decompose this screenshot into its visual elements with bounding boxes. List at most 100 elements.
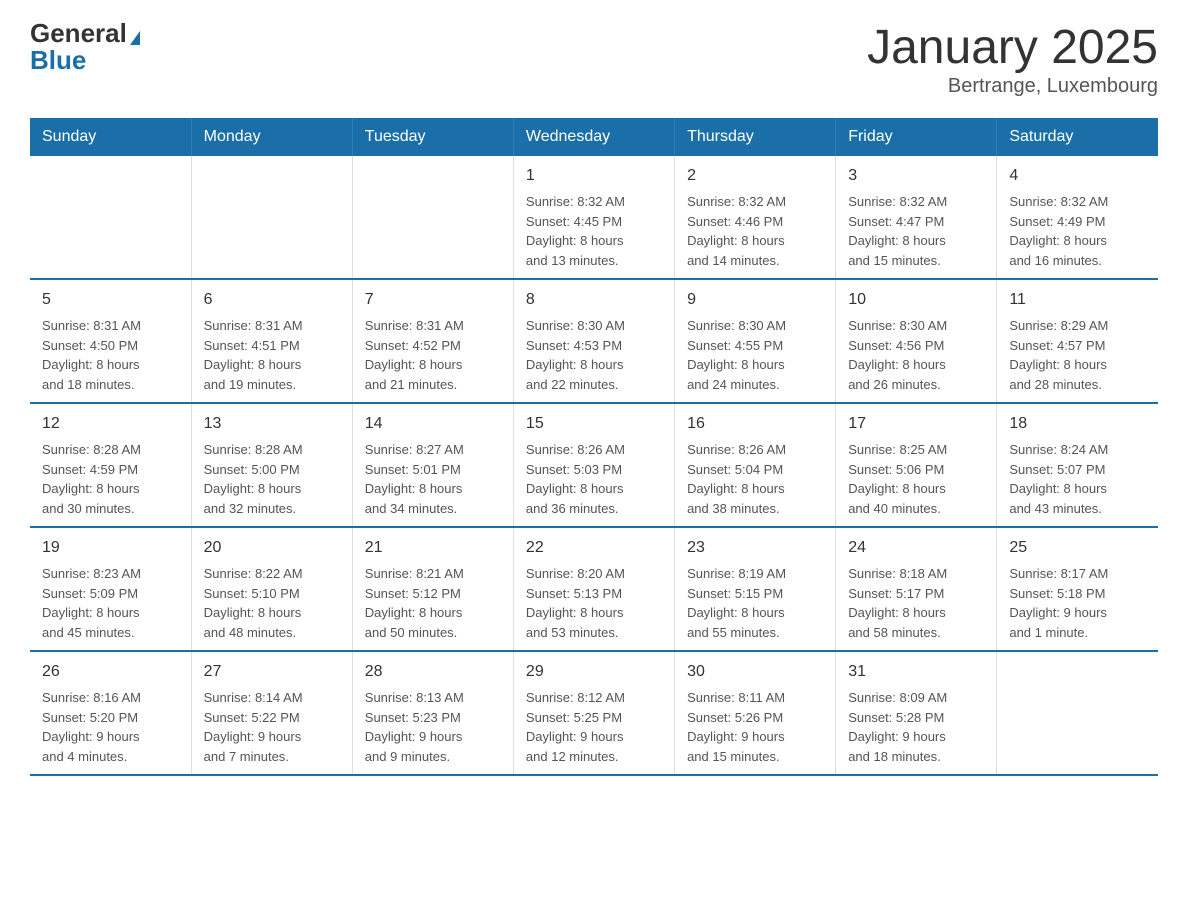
day-number: 28: [365, 660, 501, 684]
day-number: 9: [687, 288, 823, 312]
day-info: Sunrise: 8:17 AM Sunset: 5:18 PM Dayligh…: [1009, 564, 1146, 642]
calendar-cell: 24Sunrise: 8:18 AM Sunset: 5:17 PM Dayli…: [836, 527, 997, 651]
day-number: 4: [1009, 164, 1146, 188]
day-number: 10: [848, 288, 984, 312]
calendar-cell: [191, 156, 352, 279]
calendar-cell: 29 Sunrise: 8:12 AM Sunset: 5:25 PM Dayli…: [513, 651, 674, 775]
day-number: 21: [365, 536, 501, 560]
calendar-day-header: Friday: [836, 118, 997, 156]
calendar-cell: 16Sunrise: 8:26 AM Sunset: 5:04 PM Dayli…: [675, 403, 836, 527]
day-info: Sunrise: 8:22 AM Sunset: 5:10 PM Dayligh…: [204, 564, 340, 642]
day-number: 18: [1009, 412, 1146, 436]
calendar-header: SundayMondayTuesdayWednesdayThursdayFrid…: [30, 118, 1158, 156]
calendar-week-row: 12 Sunrise: 8:28 AM Sunset: 4:59 PM Dayli…: [30, 403, 1158, 527]
calendar-cell: 15Sunrise: 8:26 AM Sunset: 5:03 PM Dayli…: [513, 403, 674, 527]
calendar-header-row: SundayMondayTuesdayWednesdayThursdayFrid…: [30, 118, 1158, 156]
day-number: 31: [848, 660, 984, 684]
calendar-cell: [997, 651, 1158, 775]
calendar-cell: 1Sunrise: 8:32 AM Sunset: 4:45 PM Daylig…: [513, 156, 674, 279]
day-info: Sunrise: 8:29 AM Sunset: 4:57 PM Dayligh…: [1009, 316, 1146, 394]
day-info: Sunrise: 8:31 AM Sunset: 4:50 PM Dayligh…: [42, 316, 179, 394]
calendar-cell: 7Sunrise: 8:31 AM Sunset: 4:52 PM Daylig…: [352, 279, 513, 403]
day-number: 25: [1009, 536, 1146, 560]
day-number: 29: [526, 660, 662, 684]
logo-triangle-icon: [130, 31, 140, 45]
day-number: 12: [42, 412, 179, 436]
calendar-cell: 10 Sunrise: 8:30 AM Sunset: 4:56 PM Dayli…: [836, 279, 997, 403]
day-info: Sunrise: 8:12 AM Sunset: 5:25 PM Dayligh…: [526, 688, 662, 766]
day-number: 11: [1009, 288, 1146, 312]
day-info: Sunrise: 8:30 AM Sunset: 4:55 PM Dayligh…: [687, 316, 823, 394]
day-info: Sunrise: 8:20 AM Sunset: 5:13 PM Dayligh…: [526, 564, 662, 642]
day-info: Sunrise: 8:24 AM Sunset: 5:07 PM Dayligh…: [1009, 440, 1146, 518]
calendar-cell: 21 Sunrise: 8:21 AM Sunset: 5:12 PM Dayli…: [352, 527, 513, 651]
day-number: 15: [526, 412, 662, 436]
day-info: Sunrise: 8:32 AM Sunset: 4:47 PM Dayligh…: [848, 192, 984, 270]
day-info: Sunrise: 8:23 AM Sunset: 5:09 PM Dayligh…: [42, 564, 179, 642]
day-info: Sunrise: 8:31 AM Sunset: 4:52 PM Dayligh…: [365, 316, 501, 394]
day-number: 23: [687, 536, 823, 560]
calendar-week-row: 19 Sunrise: 8:23 AM Sunset: 5:09 PM Dayli…: [30, 527, 1158, 651]
day-number: 6: [204, 288, 340, 312]
logo-general-line: General: [30, 20, 140, 47]
day-number: 26: [42, 660, 179, 684]
calendar-cell: 19 Sunrise: 8:23 AM Sunset: 5:09 PM Dayli…: [30, 527, 191, 651]
day-info: Sunrise: 8:26 AM Sunset: 5:04 PM Dayligh…: [687, 440, 823, 518]
day-number: 27: [204, 660, 340, 684]
calendar-week-row: 26Sunrise: 8:16 AM Sunset: 5:20 PM Dayli…: [30, 651, 1158, 775]
calendar-table: SundayMondayTuesdayWednesdayThursdayFrid…: [30, 118, 1158, 776]
calendar-week-row: 1Sunrise: 8:32 AM Sunset: 4:45 PM Daylig…: [30, 156, 1158, 279]
day-info: Sunrise: 8:18 AM Sunset: 5:17 PM Dayligh…: [848, 564, 984, 642]
calendar-cell: 14Sunrise: 8:27 AM Sunset: 5:01 PM Dayli…: [352, 403, 513, 527]
logo-blue-text: Blue: [30, 45, 86, 75]
day-info: Sunrise: 8:28 AM Sunset: 5:00 PM Dayligh…: [204, 440, 340, 518]
calendar-cell: 26Sunrise: 8:16 AM Sunset: 5:20 PM Dayli…: [30, 651, 191, 775]
page-header: General Blue January 2025 Bertrange, Lux…: [30, 20, 1158, 98]
calendar-day-header: Tuesday: [352, 118, 513, 156]
calendar-cell: 13Sunrise: 8:28 AM Sunset: 5:00 PM Dayli…: [191, 403, 352, 527]
calendar-cell: 20 Sunrise: 8:22 AM Sunset: 5:10 PM Dayli…: [191, 527, 352, 651]
calendar-cell: 8Sunrise: 8:30 AM Sunset: 4:53 PM Daylig…: [513, 279, 674, 403]
day-number: 22: [526, 536, 662, 560]
calendar-cell: 18 Sunrise: 8:24 AM Sunset: 5:07 PM Dayli…: [997, 403, 1158, 527]
calendar-day-header: Monday: [191, 118, 352, 156]
calendar-day-header: Wednesday: [513, 118, 674, 156]
logo-general-text: General: [30, 18, 127, 48]
calendar-subtitle: Bertrange, Luxembourg: [867, 75, 1158, 98]
calendar-cell: 9 Sunrise: 8:30 AM Sunset: 4:55 PM Daylig…: [675, 279, 836, 403]
title-section: January 2025 Bertrange, Luxembourg: [867, 20, 1158, 98]
day-info: Sunrise: 8:25 AM Sunset: 5:06 PM Dayligh…: [848, 440, 984, 518]
calendar-cell: 2Sunrise: 8:32 AM Sunset: 4:46 PM Daylig…: [675, 156, 836, 279]
day-number: 17: [848, 412, 984, 436]
day-info: Sunrise: 8:14 AM Sunset: 5:22 PM Dayligh…: [204, 688, 340, 766]
day-number: 8: [526, 288, 662, 312]
calendar-week-row: 5 Sunrise: 8:31 AM Sunset: 4:50 PM Daylig…: [30, 279, 1158, 403]
day-info: Sunrise: 8:30 AM Sunset: 4:56 PM Dayligh…: [848, 316, 984, 394]
day-number: 1: [526, 164, 662, 188]
calendar-day-header: Sunday: [30, 118, 191, 156]
day-info: Sunrise: 8:11 AM Sunset: 5:26 PM Dayligh…: [687, 688, 823, 766]
logo: General Blue: [30, 20, 140, 74]
day-info: Sunrise: 8:21 AM Sunset: 5:12 PM Dayligh…: [365, 564, 501, 642]
day-number: 5: [42, 288, 179, 312]
calendar-cell: 17 Sunrise: 8:25 AM Sunset: 5:06 PM Dayli…: [836, 403, 997, 527]
day-info: Sunrise: 8:28 AM Sunset: 4:59 PM Dayligh…: [42, 440, 179, 518]
calendar-cell: 22 Sunrise: 8:20 AM Sunset: 5:13 PM Dayli…: [513, 527, 674, 651]
calendar-cell: 31Sunrise: 8:09 AM Sunset: 5:28 PM Dayli…: [836, 651, 997, 775]
day-number: 19: [42, 536, 179, 560]
calendar-cell: 23 Sunrise: 8:19 AM Sunset: 5:15 PM Dayli…: [675, 527, 836, 651]
calendar-cell: 27 Sunrise: 8:14 AM Sunset: 5:22 PM Dayli…: [191, 651, 352, 775]
calendar-day-header: Thursday: [675, 118, 836, 156]
day-info: Sunrise: 8:19 AM Sunset: 5:15 PM Dayligh…: [687, 564, 823, 642]
day-number: 3: [848, 164, 984, 188]
day-number: 30: [687, 660, 823, 684]
calendar-cell: [30, 156, 191, 279]
day-info: Sunrise: 8:31 AM Sunset: 4:51 PM Dayligh…: [204, 316, 340, 394]
day-number: 2: [687, 164, 823, 188]
calendar-cell: 3 Sunrise: 8:32 AM Sunset: 4:47 PM Daylig…: [836, 156, 997, 279]
calendar-cell: 30 Sunrise: 8:11 AM Sunset: 5:26 PM Dayli…: [675, 651, 836, 775]
calendar-cell: 12 Sunrise: 8:28 AM Sunset: 4:59 PM Dayli…: [30, 403, 191, 527]
day-number: 14: [365, 412, 501, 436]
calendar-cell: 5 Sunrise: 8:31 AM Sunset: 4:50 PM Daylig…: [30, 279, 191, 403]
day-number: 20: [204, 536, 340, 560]
